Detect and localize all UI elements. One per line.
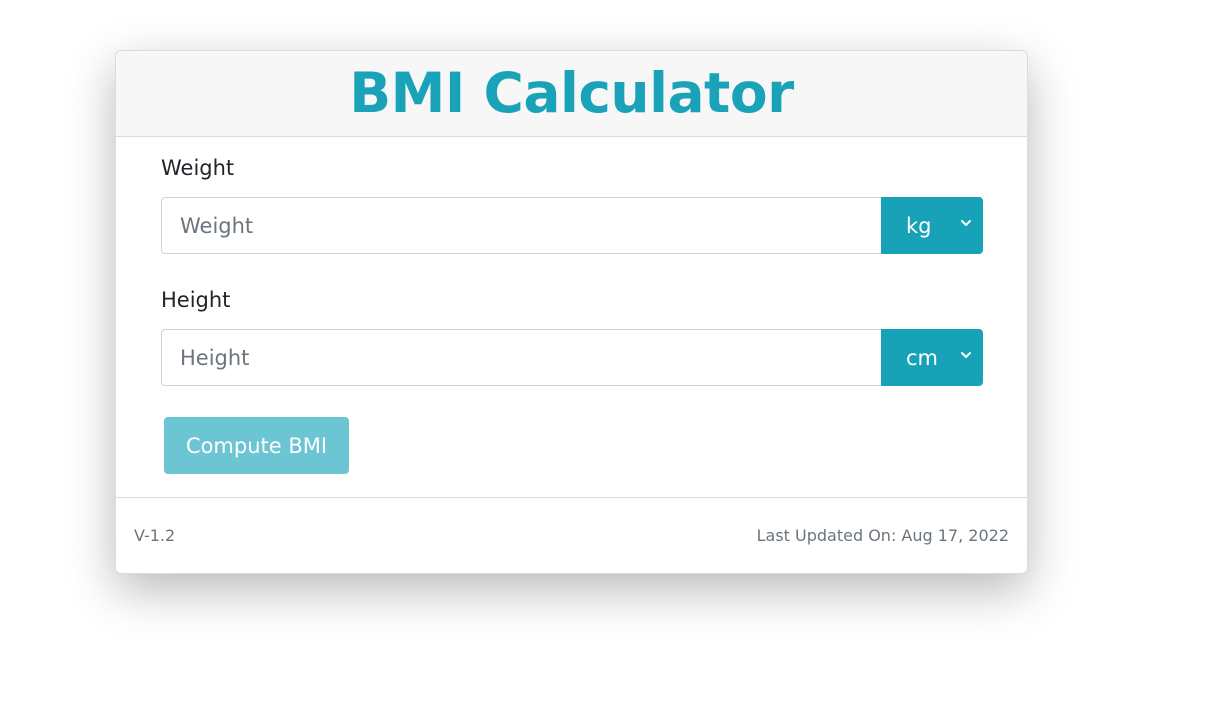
card-footer: V-1.2 Last Updated On: Aug 17, 2022 — [116, 498, 1027, 573]
height-input[interactable] — [161, 329, 881, 386]
weight-input-group: kg — [161, 197, 983, 254]
height-label: Height — [161, 288, 231, 312]
bmi-form: Weight kg Height cm Compute BMI — [116, 137, 1027, 498]
bmi-calculator-card: BMI Calculator Weight kg Height cm Compu… — [115, 50, 1028, 574]
weight-unit-select[interactable]: kg — [881, 197, 983, 254]
chevron-down-icon — [961, 220, 971, 226]
last-updated-label: Last Updated On: Aug 17, 2022 — [756, 526, 1009, 545]
height-input-group: cm — [161, 329, 983, 386]
version-label: V-1.2 — [134, 526, 176, 545]
page-title: BMI Calculator — [349, 61, 794, 125]
weight-label: Weight — [161, 156, 235, 180]
weight-input[interactable] — [161, 197, 881, 254]
compute-bmi-button[interactable]: Compute BMI — [164, 417, 349, 474]
card-header: BMI Calculator — [116, 51, 1027, 137]
weight-unit-value: kg — [906, 213, 932, 238]
height-unit-value: cm — [906, 345, 939, 370]
height-unit-select[interactable]: cm — [881, 329, 983, 386]
chevron-down-icon — [961, 352, 971, 358]
